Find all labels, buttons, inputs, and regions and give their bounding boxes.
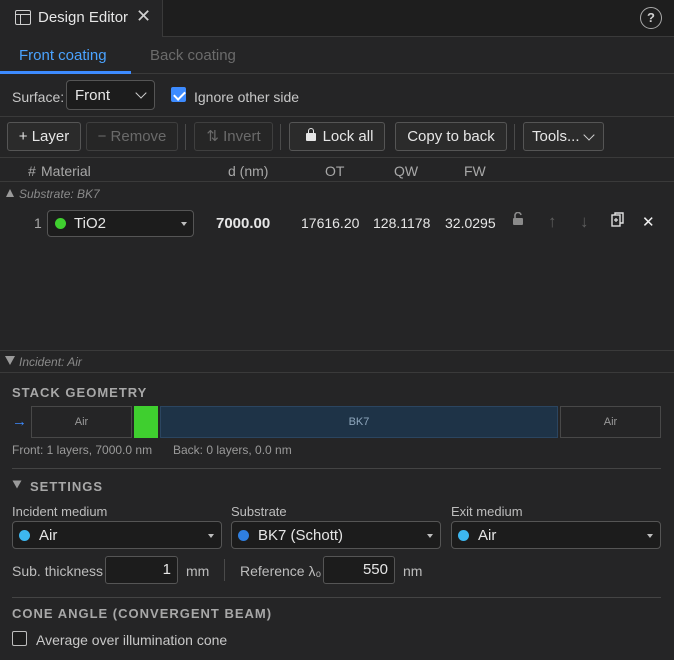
reference-unit: nm [403, 563, 423, 579]
caret-down-icon [181, 222, 187, 226]
reference-input[interactable]: 550 [323, 556, 395, 584]
table-icon [15, 10, 31, 25]
substrate-value: BK7 (Schott) [258, 527, 344, 544]
medium-color-dot [19, 530, 30, 541]
exit-medium-label: Exit medium [451, 504, 523, 519]
tab-title: Design Editor [38, 9, 129, 26]
medium-color-dot [238, 530, 249, 541]
collapse-up-icon[interactable] [6, 189, 14, 197]
substrate-label: Substrate [231, 504, 287, 519]
duplicate-icon[interactable] [611, 212, 624, 231]
caret-down-icon [427, 534, 433, 538]
unlock-icon[interactable] [512, 211, 524, 230]
surface-value: Front [75, 87, 111, 104]
chevron-down-icon [583, 129, 595, 141]
delete-icon[interactable]: ✕ [642, 213, 655, 231]
col-header-material: Material [41, 163, 91, 179]
lock-all-label: Lock all [322, 128, 374, 145]
help-icon[interactable]: ? [640, 7, 662, 29]
sub-thickness-unit: mm [186, 563, 210, 579]
substrate-group-label: Substrate: BK7 [19, 187, 100, 201]
thickness-value[interactable]: 7000.00 [216, 215, 270, 232]
divider [0, 372, 674, 373]
cone-angle-title: CONE ANGLE (CONVERGENT BEAM) [12, 606, 273, 621]
divider [0, 181, 674, 182]
tools-label: Tools... [532, 128, 580, 145]
incident-group-label: Incident: Air [19, 355, 82, 369]
coating-tabs: Front coating Back coating [0, 37, 674, 74]
incident-medium-label: Incident medium [12, 504, 108, 519]
copy-to-back-button[interactable]: Copy to back [395, 122, 507, 151]
remove-button[interactable]: − Remove [86, 122, 178, 151]
caret-down-icon [208, 534, 214, 538]
incident-medium-select[interactable]: Air [12, 521, 222, 549]
divider [0, 350, 674, 351]
medium-color-dot [458, 530, 469, 541]
front-info: Front: 1 layers, 7000.0 nm [12, 443, 153, 457]
tab-back-coating[interactable]: Back coating [150, 47, 236, 64]
lock-all-button[interactable]: Lock all [289, 122, 385, 151]
qw-value: 128.1178 [373, 215, 431, 231]
lock-icon [306, 128, 316, 141]
col-header-qw: QW [394, 163, 419, 179]
design-editor-tab[interactable]: Design Editor ✕ [0, 0, 163, 37]
geometry-exit-medium: Air [560, 406, 661, 438]
divider [0, 157, 674, 158]
incident-medium-value: Air [39, 527, 58, 544]
average-cone-label: Average over illumination cone [36, 632, 228, 648]
geometry-layer [134, 406, 158, 438]
col-header-ot: OT [325, 163, 345, 179]
settings-title[interactable]: SETTINGS [30, 479, 103, 494]
col-header-num: # [28, 163, 36, 179]
incident-arrow-icon: → [12, 413, 27, 430]
stack-geometry-title: STACK GEOMETRY [12, 385, 148, 400]
material-color-dot [55, 218, 66, 229]
surface-select[interactable]: Front [66, 80, 155, 110]
chevron-down-icon [135, 87, 147, 99]
move-up-icon[interactable]: ↑ [548, 212, 557, 232]
ot-value: 17616.20 [301, 215, 360, 231]
move-down-icon[interactable]: ↓ [580, 212, 589, 232]
material-select[interactable]: TiO2 [47, 210, 194, 237]
sub-thickness-label: Sub. thickness [12, 563, 104, 579]
substrate-select[interactable]: BK7 (Schott) [231, 521, 441, 549]
divider [12, 597, 661, 598]
collapse-down-icon[interactable] [12, 480, 22, 489]
divider [224, 559, 225, 581]
geometry-substrate: BK7 [160, 406, 558, 438]
add-layer-button[interactable]: + Layer [7, 122, 81, 151]
surface-label: Surface: [12, 89, 65, 105]
toolbar-separator [185, 124, 186, 150]
divider [12, 468, 661, 469]
average-cone-checkbox[interactable] [12, 631, 27, 646]
tools-button[interactable]: Tools... [523, 122, 604, 151]
col-header-fw: FW [464, 163, 486, 179]
row-number: 1 [34, 215, 42, 231]
close-icon[interactable]: ✕ [136, 6, 151, 27]
divider [0, 116, 674, 117]
toolbar-separator [280, 124, 281, 150]
active-tab-indicator [0, 71, 131, 74]
invert-button[interactable]: ⇅ Invert [194, 122, 273, 151]
ignore-other-side-label: Ignore other side [194, 89, 300, 105]
sub-thickness-input[interactable]: 1 [105, 556, 178, 584]
back-info: Back: 0 layers, 0.0 nm [173, 443, 292, 457]
collapse-down-icon[interactable] [5, 356, 15, 365]
col-header-d: d (nm) [228, 163, 269, 179]
toolbar-separator [514, 124, 515, 150]
tab-front-coating[interactable]: Front coating [19, 47, 107, 64]
geometry-incident-medium: Air [31, 406, 132, 438]
reference-label: Reference λ₀ [240, 563, 322, 579]
exit-medium-value: Air [478, 527, 497, 544]
caret-down-icon [647, 534, 653, 538]
ignore-other-side-checkbox[interactable] [171, 87, 186, 102]
material-name: TiO2 [74, 215, 106, 232]
fw-value: 32.0295 [445, 215, 496, 231]
exit-medium-select[interactable]: Air [451, 521, 661, 549]
